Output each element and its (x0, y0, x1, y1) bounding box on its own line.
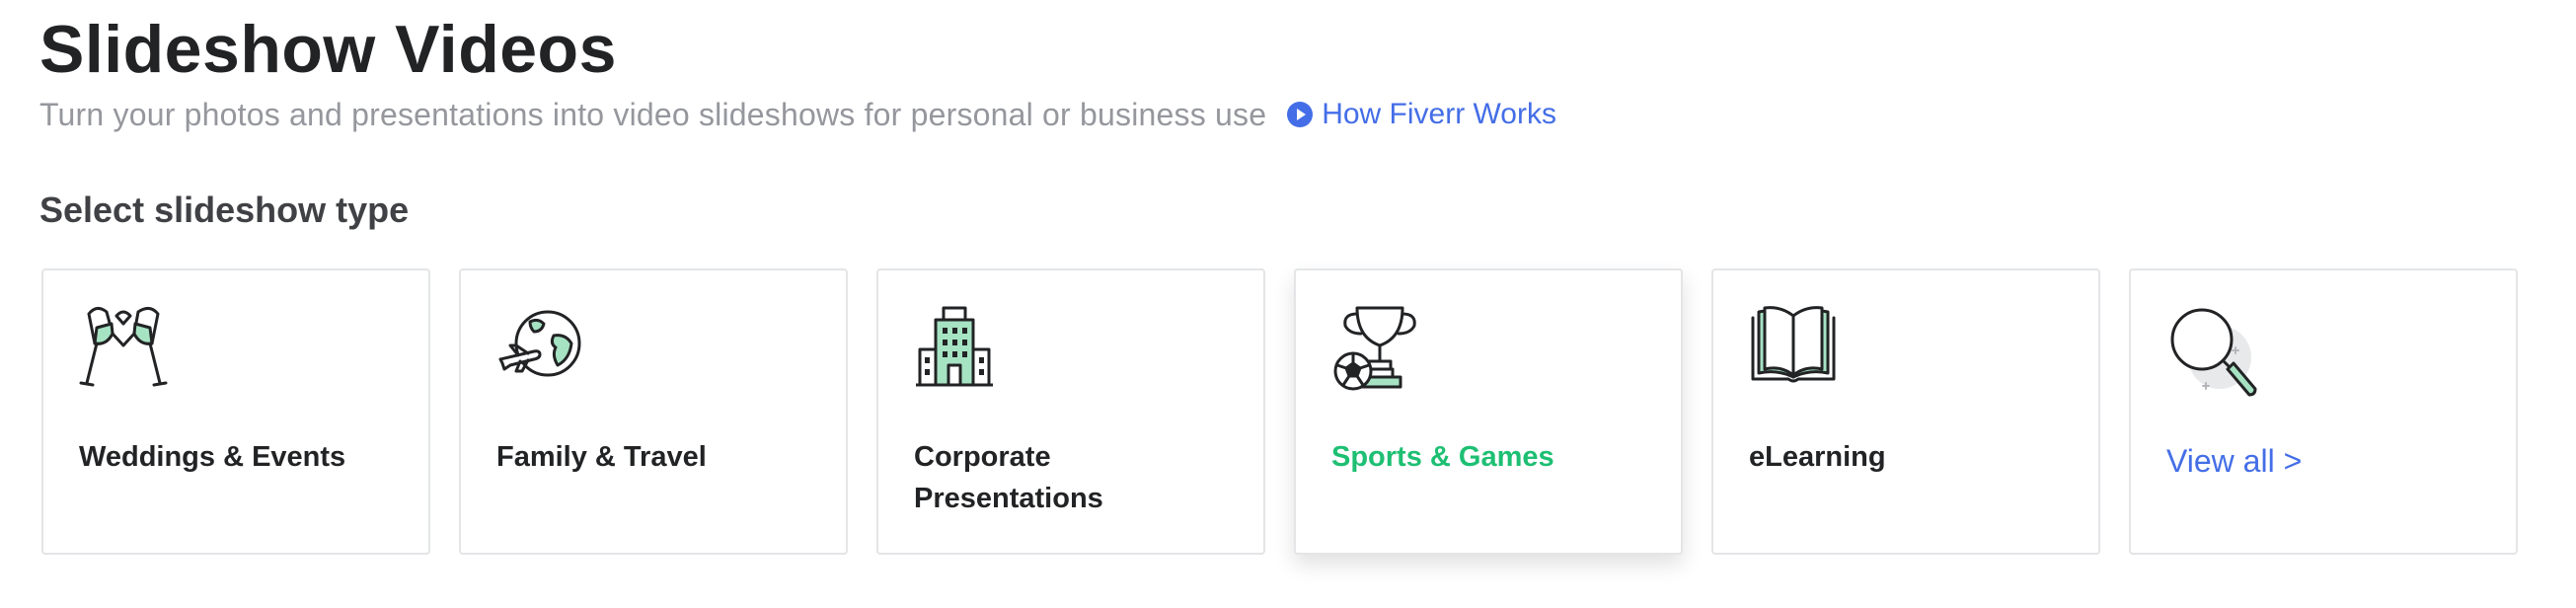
office-building-icon (914, 304, 1003, 393)
section-title: Select slideshow type (39, 190, 410, 230)
subtitle-row: Turn your photos and presentations into … (39, 93, 1556, 136)
card-label: Sports & Games (1331, 441, 1554, 473)
slideshow-type-cards: Weddings & Events Family & Travel Corpor… (41, 268, 2518, 555)
card-family-travel[interactable]: Family & Travel (459, 268, 848, 555)
champagne-glasses-icon (79, 304, 168, 393)
page-title: Slideshow Videos (39, 12, 617, 87)
page-subtitle: Turn your photos and presentations into … (39, 96, 1267, 132)
card-label: Weddings & Events (79, 441, 346, 473)
magnifier-icon (2166, 304, 2257, 397)
how-fiverr-works-label: How Fiverr Works (1322, 98, 1556, 130)
card-elearning[interactable]: eLearning (1711, 268, 2100, 555)
trophy-ball-icon (1331, 304, 1420, 393)
card-label: eLearning (1749, 441, 1886, 473)
card-view-all[interactable]: View all > (2129, 268, 2518, 555)
view-all-link[interactable]: View all > (2166, 440, 2482, 482)
card-label: Family & Travel (496, 441, 707, 473)
open-book-icon (1749, 304, 1838, 393)
how-fiverr-works-link[interactable]: How Fiverr Works (1286, 98, 1556, 131)
globe-airplane-icon (496, 304, 585, 393)
card-corporate-presentations[interactable]: Corporate Presentations (876, 268, 1265, 555)
card-sports-games[interactable]: Sports & Games (1294, 268, 1683, 555)
play-circle-icon (1286, 101, 1314, 128)
card-label: Corporate Presentations (914, 441, 1103, 514)
card-weddings-events[interactable]: Weddings & Events (41, 268, 430, 555)
